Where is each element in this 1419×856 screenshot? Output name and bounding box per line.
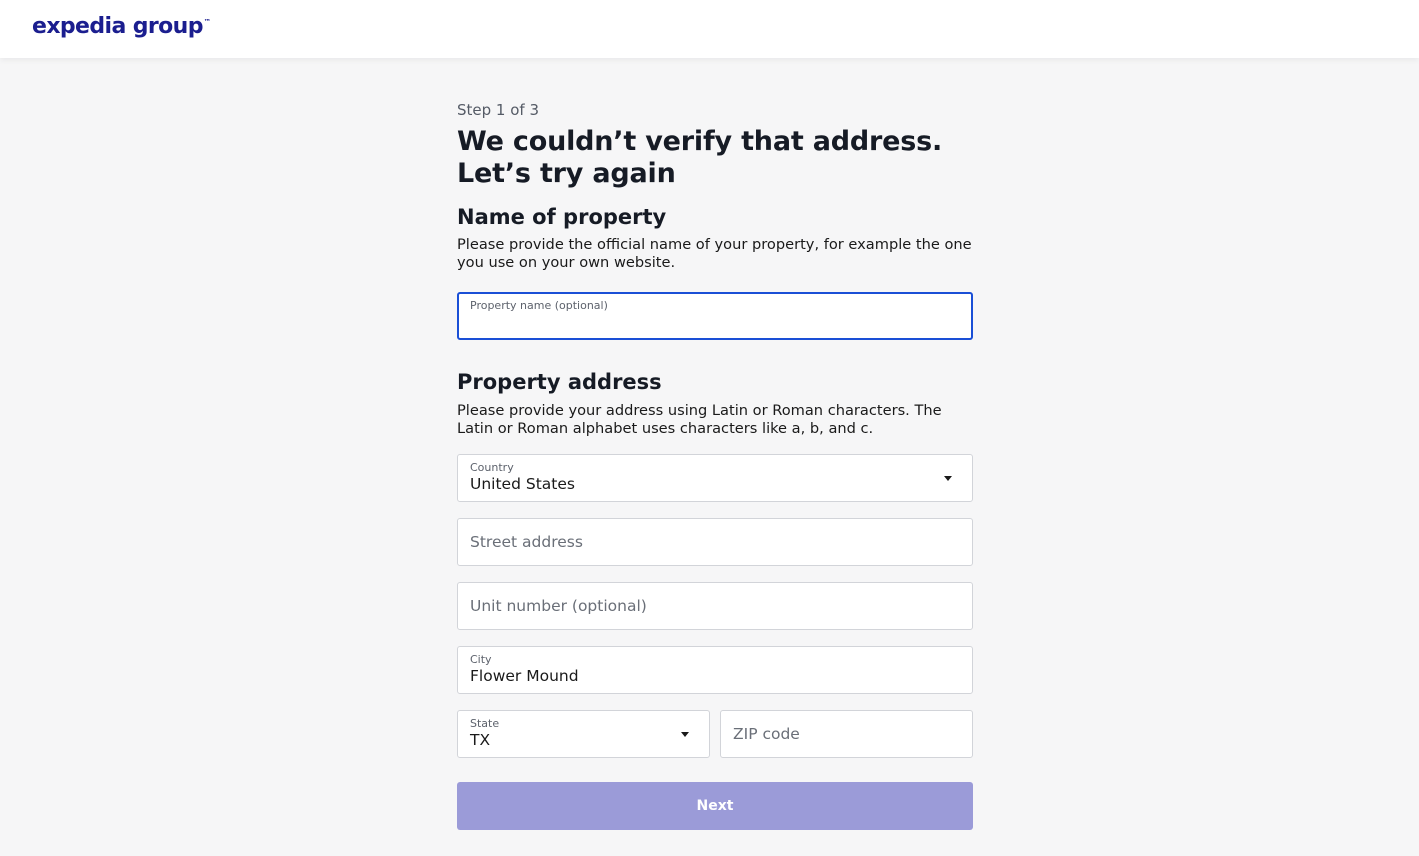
property-name-label: Property name (optional) bbox=[470, 299, 608, 312]
page-title: We couldn’t verify that address. Let’s t… bbox=[457, 126, 943, 189]
city-value: Flower Mound bbox=[470, 667, 579, 685]
country-value: United States bbox=[470, 475, 575, 493]
zip-code-input[interactable]: ZIP code bbox=[720, 710, 973, 758]
step-indicator: Step 1 of 3 bbox=[457, 101, 540, 119]
state-select[interactable]: State TX bbox=[457, 710, 710, 758]
chevron-down-icon bbox=[681, 732, 689, 737]
address-form: Step 1 of 3 We couldn’t verify that addr… bbox=[457, 100, 973, 830]
name-section-title: Name of property bbox=[457, 205, 667, 229]
top-header: expedia group™ bbox=[0, 0, 1419, 58]
city-label: City bbox=[470, 653, 492, 666]
state-label: State bbox=[470, 717, 500, 730]
property-name-input[interactable]: Property name (optional) bbox=[457, 292, 973, 340]
address-section-title: Property address bbox=[457, 370, 662, 394]
name-section-description: Please provide the official name of your… bbox=[457, 236, 972, 271]
state-value: TX bbox=[470, 731, 491, 749]
address-section-description: Please provide your address using Latin … bbox=[457, 402, 942, 437]
street-address-input[interactable]: Street address bbox=[457, 518, 973, 566]
chevron-down-icon bbox=[944, 476, 952, 481]
country-select[interactable]: Country United States bbox=[457, 454, 973, 502]
country-label: Country bbox=[470, 461, 514, 474]
next-button[interactable]: Next bbox=[457, 782, 973, 830]
street-address-placeholder: Street address bbox=[470, 533, 583, 551]
unit-number-input[interactable]: Unit number (optional) bbox=[457, 582, 973, 630]
city-input[interactable]: City Flower Mound bbox=[457, 646, 973, 694]
logo-text: expedia group bbox=[32, 14, 204, 39]
unit-number-placeholder: Unit number (optional) bbox=[470, 597, 647, 615]
trademark-icon: ™ bbox=[203, 18, 211, 26]
zip-code-placeholder: ZIP code bbox=[733, 725, 800, 743]
expedia-group-logo[interactable]: expedia group™ bbox=[32, 14, 211, 39]
